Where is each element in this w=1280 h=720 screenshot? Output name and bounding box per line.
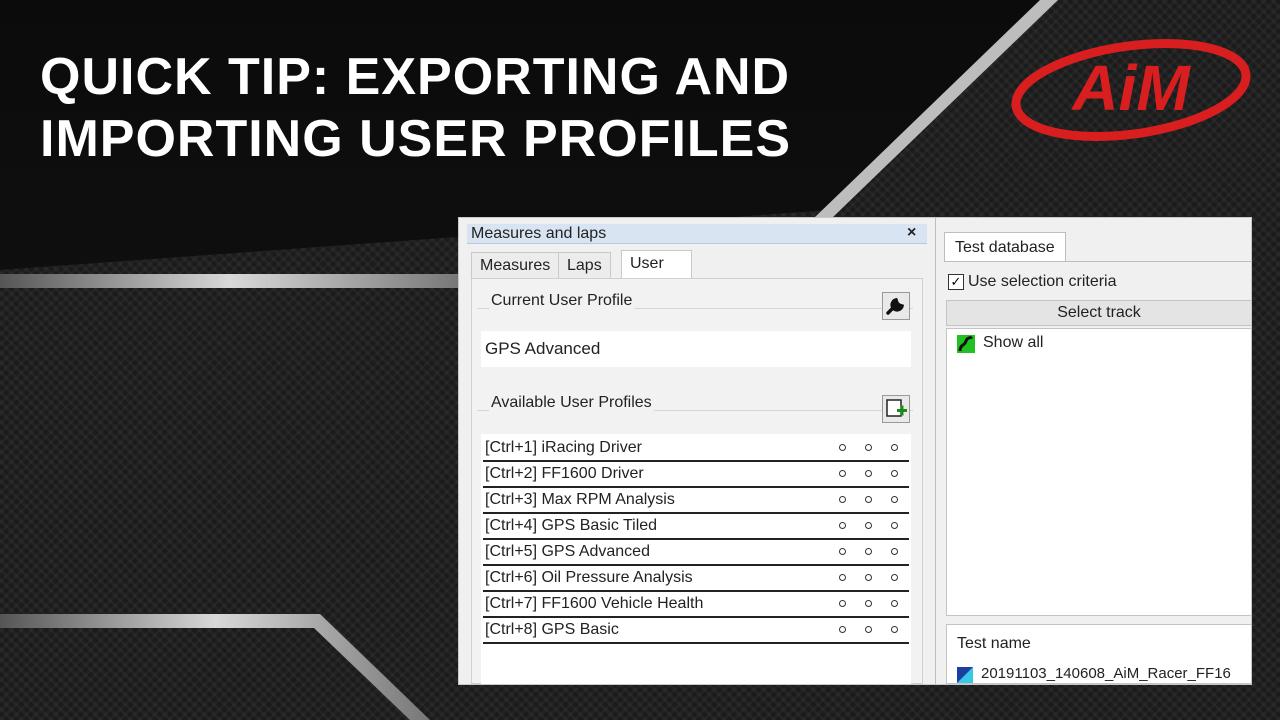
list-item[interactable]: Show all — [947, 329, 1247, 357]
close-panel-button[interactable]: × — [907, 224, 916, 242]
dot-icon — [891, 574, 898, 581]
tab-measures[interactable]: Measures — [471, 252, 560, 278]
profile-label: [Ctrl+7] FF1600 Vehicle Health — [485, 595, 704, 612]
race-studio-window: Measures and laps × Measures Laps User P… — [458, 217, 1252, 685]
aim-logo: AiM — [1011, 39, 1251, 141]
available-profiles-label: Available User Profiles — [489, 394, 654, 412]
list-item[interactable]: [Ctrl+2] FF1600 Driver — [483, 462, 909, 488]
test-list: Test name 20191103_140608_AiM_Racer_FF16 — [946, 624, 1251, 684]
profile-label: [Ctrl+3] Max RPM Analysis — [485, 491, 675, 508]
test-file-icon — [957, 667, 973, 683]
list-item[interactable]: [Ctrl+8] GPS Basic — [483, 618, 909, 644]
list-item[interactable]: 20191103_140608_AiM_Racer_FF16 — [957, 665, 1247, 684]
test-database-panel: Test database ✓ Use selection criteria S… — [935, 218, 1251, 684]
track-icon — [957, 335, 975, 353]
list-item[interactable]: [Ctrl+3] Max RPM Analysis — [483, 488, 909, 514]
dot-icon — [891, 600, 898, 607]
dot-icon — [839, 522, 846, 529]
wrench-icon[interactable] — [882, 292, 910, 320]
profile-label: [Ctrl+8] GPS Basic — [485, 621, 619, 638]
dot-icon — [891, 496, 898, 503]
dot-icon — [865, 470, 872, 477]
logo-wordmark: AiM — [1070, 52, 1191, 124]
add-profile-icon[interactable] — [882, 395, 910, 423]
profile-label: [Ctrl+2] FF1600 Driver — [485, 465, 644, 482]
list-item[interactable]: [Ctrl+1] iRacing Driver — [483, 436, 909, 462]
dot-icon — [839, 444, 846, 451]
video-title: QUICK TIP: EXPORTING AND IMPORTING USER … — [40, 46, 791, 170]
dot-icon — [891, 522, 898, 529]
list-item[interactable]: [Ctrl+7] FF1600 Vehicle Health — [483, 592, 909, 618]
dot-icon — [865, 574, 872, 581]
list-item[interactable]: [Ctrl+4] GPS Basic Tiled — [483, 514, 909, 540]
title-line-1: QUICK TIP: EXPORTING AND — [40, 48, 791, 106]
profile-label: [Ctrl+4] GPS Basic Tiled — [485, 517, 658, 534]
profile-label: [Ctrl+1] iRacing Driver — [485, 439, 642, 456]
dot-icon — [865, 626, 872, 633]
select-track-button[interactable]: Select track — [946, 300, 1251, 326]
track-list: Show all — [946, 328, 1251, 616]
profile-label: [Ctrl+6] Oil Pressure Analysis — [485, 569, 693, 586]
list-item[interactable]: [Ctrl+5] GPS Advanced — [483, 540, 909, 566]
title-line-2: IMPORTING USER PROFILES — [40, 110, 792, 168]
tab-user-profiles[interactable]: User Profiles — [621, 250, 693, 298]
stripe-lower — [0, 614, 430, 720]
use-selection-checkbox[interactable]: ✓ — [948, 274, 964, 290]
list-item[interactable]: [Ctrl+6] Oil Pressure Analysis — [483, 566, 909, 592]
dot-icon — [839, 470, 846, 477]
test-name-header[interactable]: Test name — [957, 635, 1031, 653]
dot-icon — [839, 626, 846, 633]
dot-icon — [839, 600, 846, 607]
dot-icon — [891, 444, 898, 451]
dot-icon — [839, 574, 846, 581]
current-profile-label: Current User Profile — [489, 292, 635, 310]
track-label: Show all — [983, 334, 1044, 351]
panel-title: Measures and laps — [467, 224, 927, 244]
dot-icon — [891, 548, 898, 555]
dot-icon — [839, 496, 846, 503]
dot-icon — [891, 470, 898, 477]
dot-icon — [839, 548, 846, 555]
tab-laps[interactable]: Laps — [558, 252, 611, 278]
test-name: 20191103_140608_AiM_Racer_FF16 — [981, 665, 1231, 682]
dot-icon — [865, 496, 872, 503]
tab-test-database[interactable]: Test database — [944, 232, 1066, 262]
dot-icon — [865, 600, 872, 607]
use-selection-label: Use selection criteria — [968, 273, 1117, 290]
profile-label: [Ctrl+5] GPS Advanced — [485, 543, 650, 560]
measures-panel: Measures and laps × Measures Laps User P… — [459, 218, 929, 684]
dot-icon — [865, 522, 872, 529]
dot-icon — [865, 548, 872, 555]
current-profile-field: GPS Advanced — [481, 331, 911, 367]
tab-divider — [944, 261, 1251, 262]
profiles-list: [Ctrl+1] iRacing Driver [Ctrl+2] FF1600 … — [481, 434, 911, 684]
stripe-horizontal — [0, 274, 460, 288]
dot-icon — [865, 444, 872, 451]
dot-icon — [891, 626, 898, 633]
